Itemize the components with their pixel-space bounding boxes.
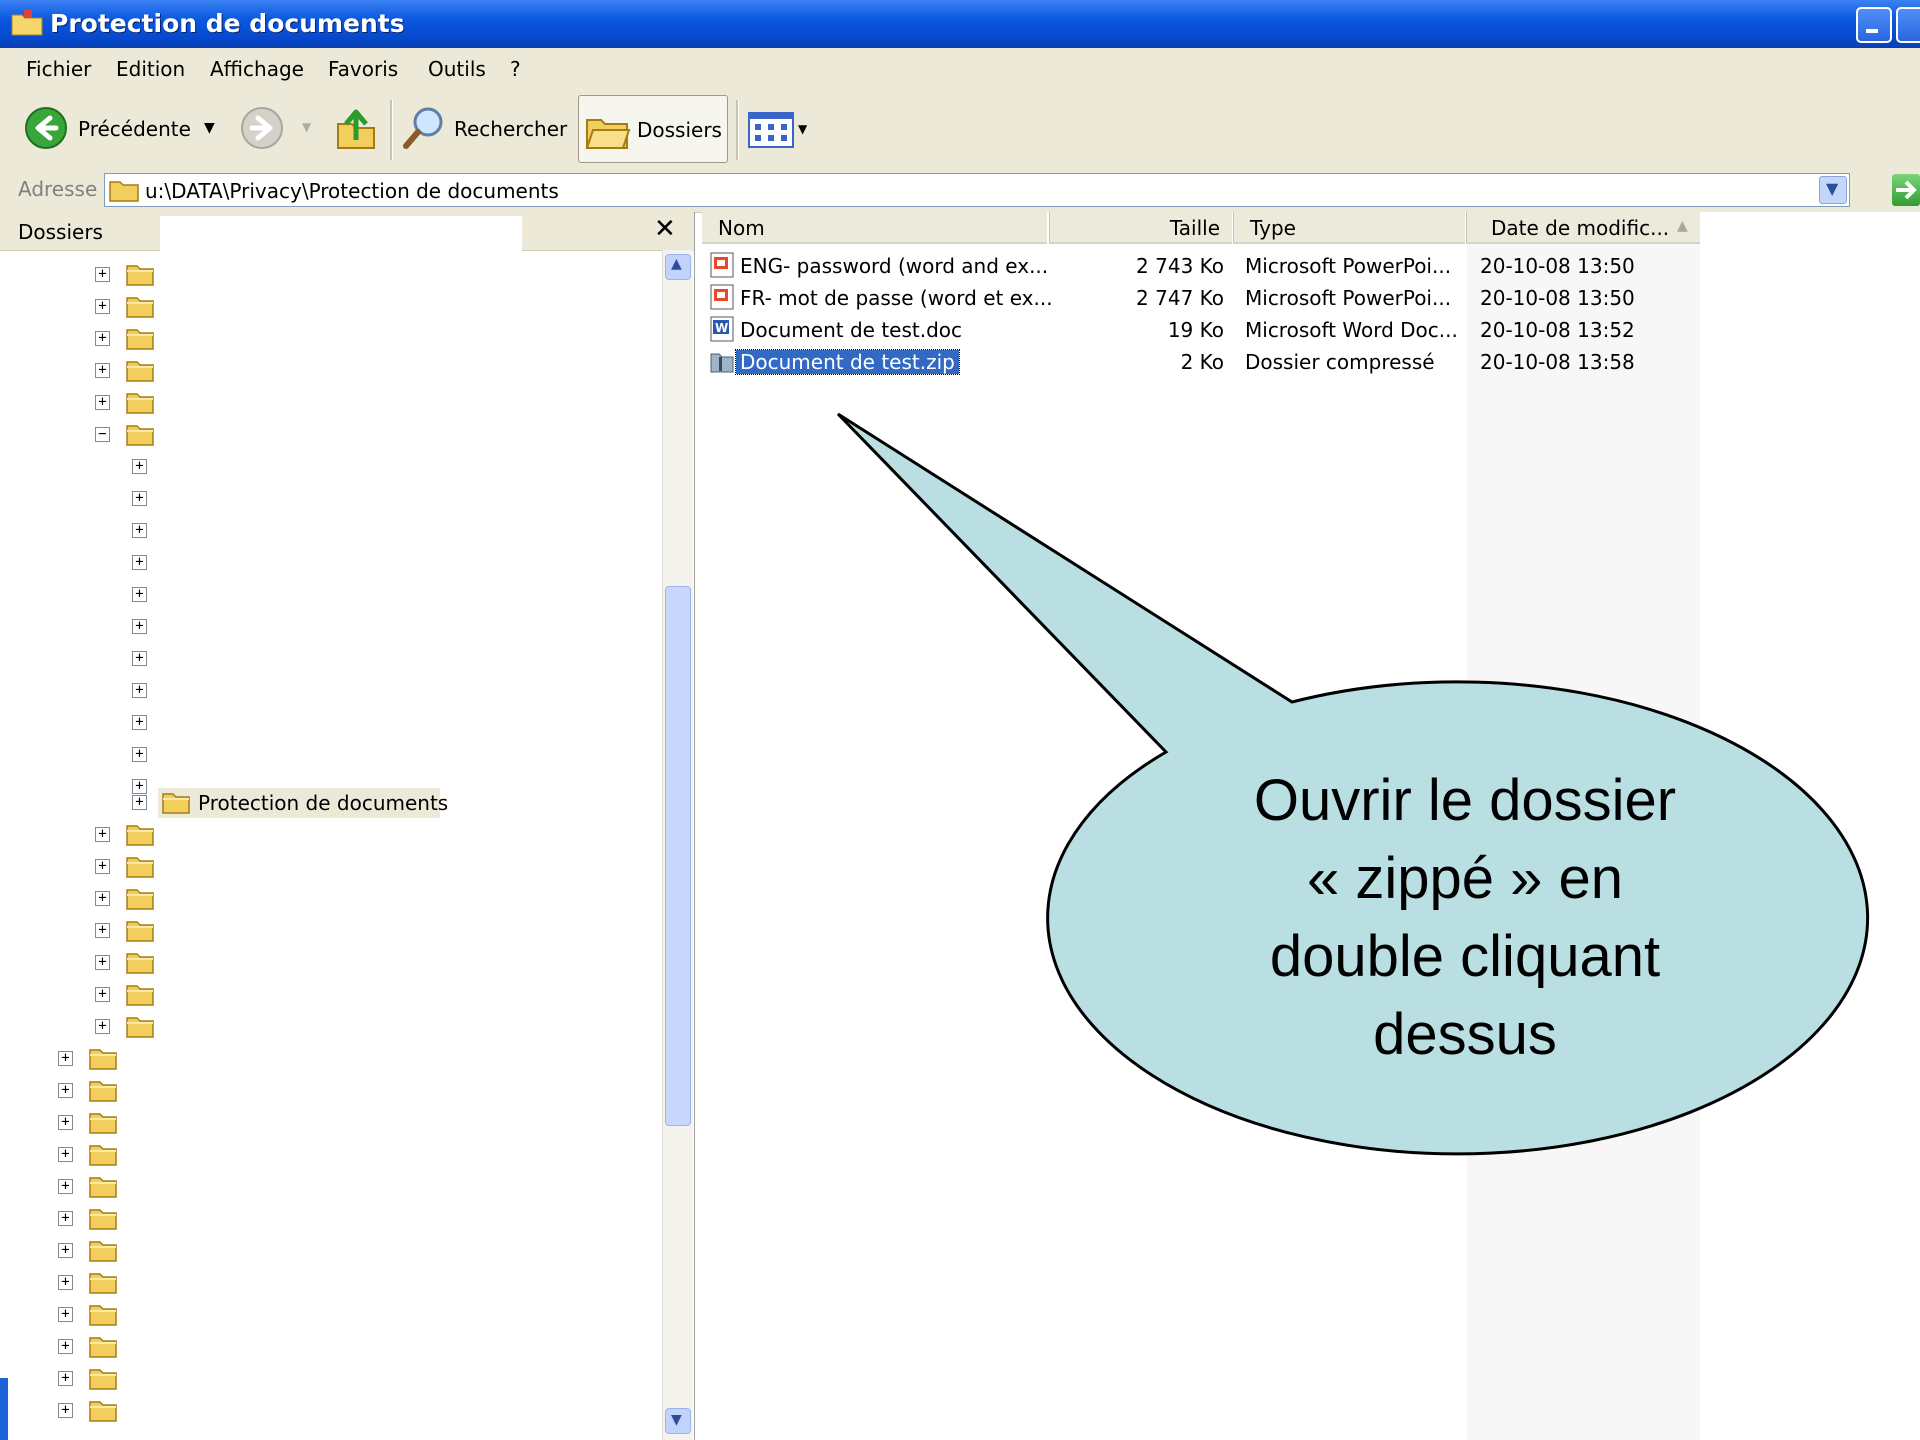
callout-bubble [836, 412, 1870, 1156]
callout-line: Ouvrir le dossier [1253, 768, 1677, 833]
callout-line: « zippé » en [1306, 846, 1624, 911]
callout-line: dessus [1373, 1002, 1557, 1067]
callout-text: Ouvrir le dossier « zippé » en double cl… [1060, 762, 1870, 1074]
callout-line: double cliquant [1269, 924, 1661, 989]
taskbar-edge [0, 1378, 8, 1440]
